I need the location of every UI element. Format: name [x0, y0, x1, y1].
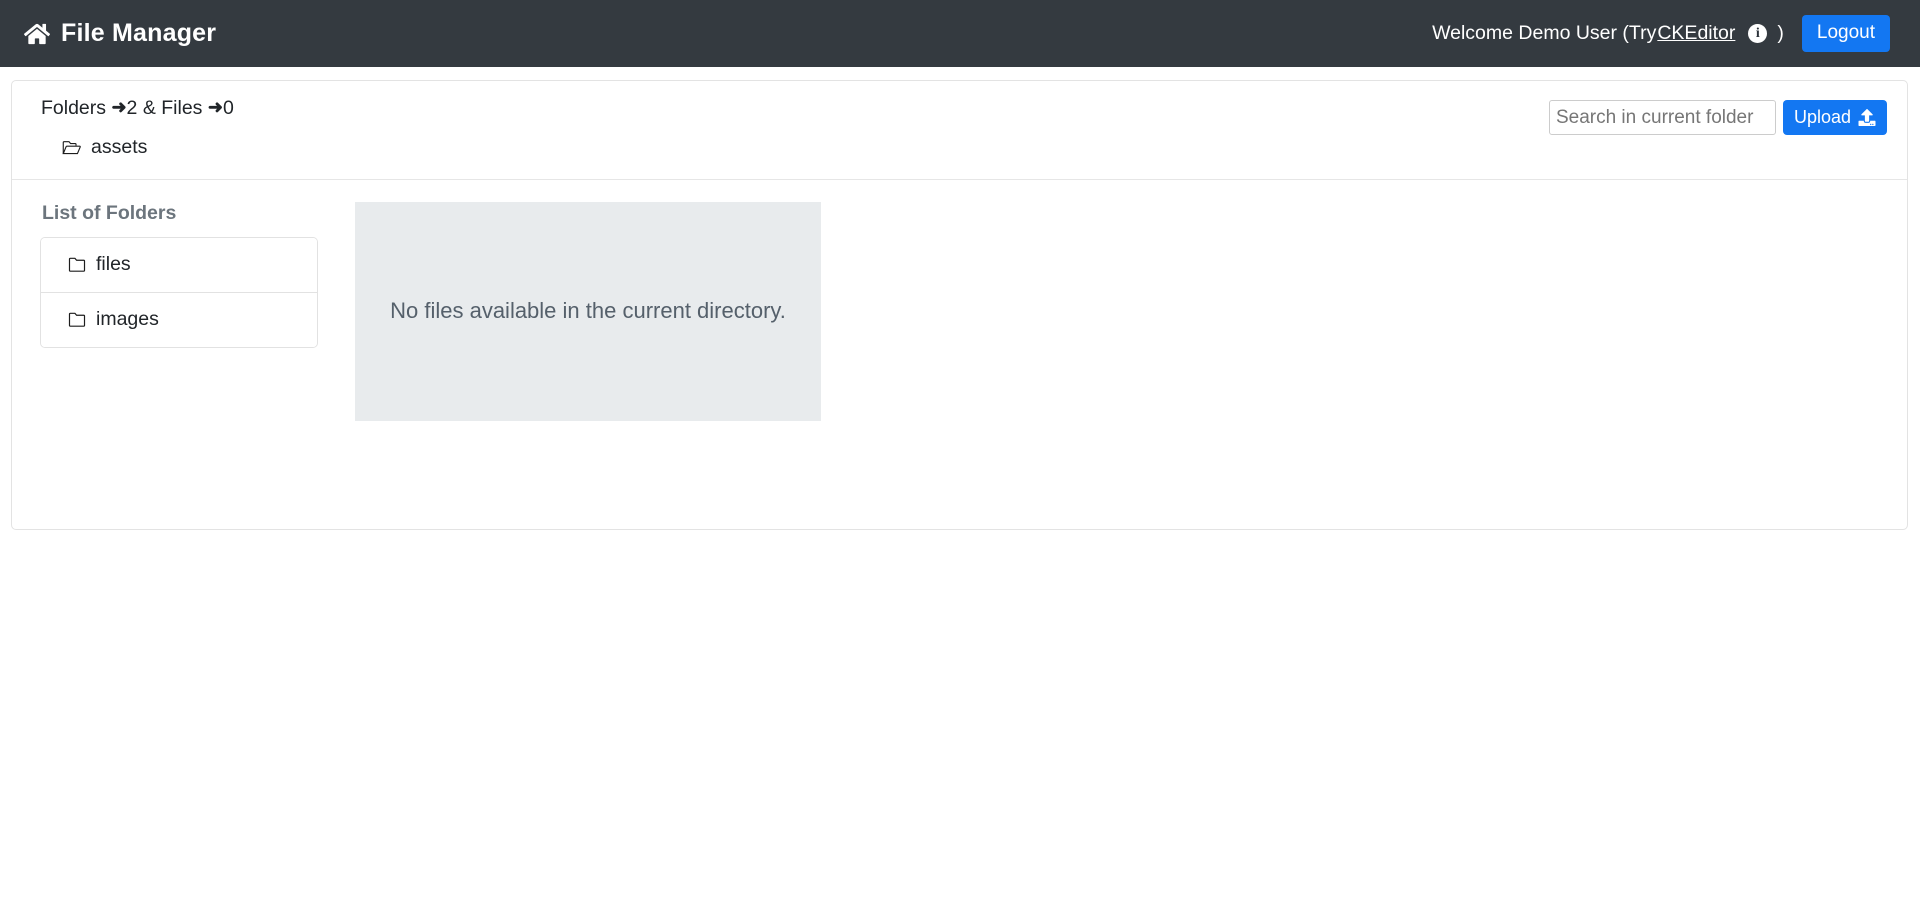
breadcrumb: Folders ➜2 & Files ➜0 assets: [32, 97, 234, 159]
folder-list-item-images[interactable]: images: [41, 292, 317, 348]
search-input[interactable]: [1548, 100, 1776, 135]
arrow-icon: ➜: [111, 97, 127, 117]
folders-count: 2: [126, 97, 138, 119]
folder-list-item-label: files: [96, 253, 131, 276]
counts-prefix: Folders: [41, 97, 112, 119]
files-column: No files available in the current direct…: [329, 202, 1887, 421]
folder-list-item-files[interactable]: files: [41, 238, 317, 293]
ckeditor-link[interactable]: CKEditor: [1657, 22, 1735, 45]
folder-icon: [67, 256, 87, 273]
arrow-icon-2: ➜: [207, 97, 223, 117]
upload-icon: [1858, 109, 1876, 126]
breadcrumb-item-assets[interactable]: assets: [41, 136, 234, 159]
folder-list: files images: [40, 237, 318, 349]
upload-button-label: Upload: [1793, 107, 1851, 127]
files-count: 0: [222, 97, 234, 119]
welcome-text: Welcome Demo User (Try: [1432, 22, 1657, 44]
files-empty-panel: No files available in the current direct…: [355, 202, 821, 421]
folder-file-counts: Folders ➜2 & Files ➜0: [41, 97, 234, 120]
card-body: List of Folders files images No files av…: [12, 180, 1907, 441]
home-icon: [24, 22, 50, 46]
open-folder-icon: [61, 139, 82, 156]
files-empty-message: No files available in the current direct…: [390, 298, 786, 324]
header-tools: Upload: [1548, 97, 1887, 135]
folder-icon: [67, 311, 87, 328]
closing-paren: ): [1777, 22, 1784, 44]
logout-button[interactable]: Logout: [1801, 15, 1890, 52]
top-navbar: File Manager Welcome Demo User (Try CKEd…: [0, 0, 1920, 67]
brand-logo[interactable]: File Manager: [24, 19, 216, 48]
navbar-user-area: Welcome Demo User (Try CKEditor i ) Logo…: [1432, 15, 1890, 52]
card-header: Folders ➜2 & Files ➜0 assets Upload: [12, 81, 1907, 180]
breadcrumb-path-label: assets: [91, 136, 148, 159]
counts-mid: & Files: [137, 97, 208, 119]
folder-list-item-label: images: [96, 308, 159, 331]
folders-section-title: List of Folders: [42, 202, 177, 224]
info-icon[interactable]: i: [1748, 24, 1768, 43]
brand-title: File Manager: [61, 19, 217, 47]
upload-button[interactable]: Upload: [1782, 100, 1887, 135]
folders-column: List of Folders files images: [32, 202, 329, 421]
file-manager-card: Folders ➜2 & Files ➜0 assets Upload: [11, 80, 1908, 530]
